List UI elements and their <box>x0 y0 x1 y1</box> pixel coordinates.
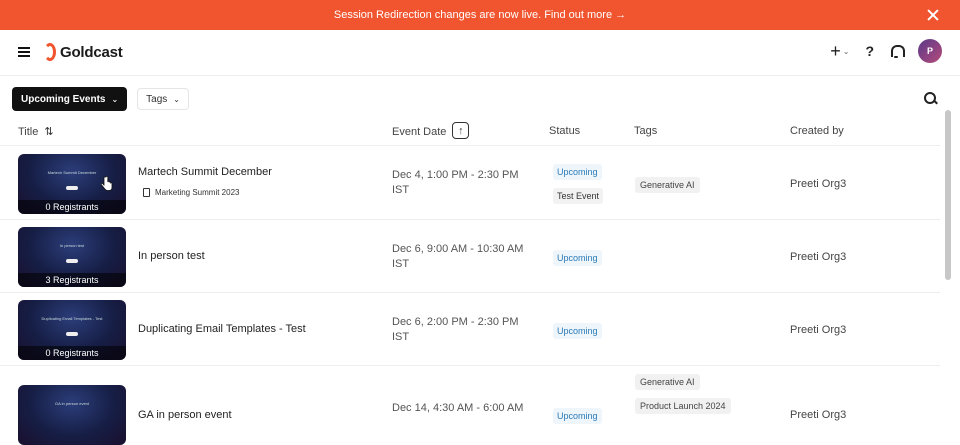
close-icon[interactable] <box>926 8 940 22</box>
created-by: Preeti Org3 <box>790 178 847 190</box>
event-title[interactable]: In person test <box>138 250 205 262</box>
banner-text[interactable]: Session Redirection changes are now live… <box>334 9 626 21</box>
column-tags: Tags <box>634 125 657 137</box>
thumbnail-text: Duplicating Email Templates - Test <box>41 316 103 321</box>
date-range: Dec 4, 1:00 PM - 2:30 PM <box>392 169 519 181</box>
timezone: IST <box>392 258 410 270</box>
goldcast-logo-icon <box>44 43 56 61</box>
created-by: Preeti Org3 <box>790 324 847 336</box>
avatar[interactable]: P <box>918 39 942 63</box>
create-button[interactable]: + ⌄ <box>830 41 849 62</box>
date-range: Dec 6, 2:00 PM - 2:30 PM <box>392 316 519 328</box>
event-thumbnail[interactable]: GA in person event <box>18 385 126 445</box>
tag-badge: Generative AI <box>635 177 700 193</box>
scrollbar[interactable] <box>945 110 951 280</box>
thumbnail-button <box>66 259 78 263</box>
search-icon[interactable] <box>924 92 936 104</box>
timezone: IST <box>392 184 410 196</box>
app-name: Goldcast <box>60 43 123 61</box>
event-date: Dec 6, 9:00 AM - 10:30 AM IST <box>392 242 523 272</box>
table-header: Title ⇅ Event Date ↑ Status Tags Created… <box>0 118 940 146</box>
status-badge: Upcoming <box>553 323 602 339</box>
chevron-down-icon: ⌄ <box>842 46 850 56</box>
sort-icon[interactable]: ⇅ <box>44 125 53 138</box>
registrant-count: 3 Registrants <box>18 273 126 287</box>
hand-cursor-icon <box>101 176 113 191</box>
thumbnail-button <box>66 186 78 190</box>
column-title[interactable]: Title ⇅ <box>18 125 54 139</box>
table-row[interactable]: In person test 3 Registrants In person t… <box>0 220 940 293</box>
thumbnail-text: In person test <box>59 243 85 248</box>
thumbnail-button <box>66 332 78 336</box>
filter-label: Tags <box>146 93 168 105</box>
top-navbar: Goldcast + ⌄ ? P <box>0 30 960 76</box>
event-thumbnail[interactable]: Duplicating Email Templates - Test 0 Reg… <box>18 300 126 360</box>
column-event-date[interactable]: Event Date ↑ <box>392 122 470 139</box>
event-title[interactable]: GA in person event <box>138 409 232 421</box>
status-badge: Test Event <box>553 188 604 204</box>
created-by: Preeti Org3 <box>790 409 847 421</box>
column-created-by: Created by <box>790 125 844 137</box>
registrant-count: 0 Registrants <box>18 346 126 360</box>
column-status: Status <box>549 125 580 137</box>
document-icon <box>143 188 150 197</box>
column-label: Status <box>549 125 581 137</box>
tag-badge: Product Launch 2024 <box>635 398 731 414</box>
status-badge: Upcoming <box>553 164 602 180</box>
chevron-down-icon: ⌄ <box>173 94 180 104</box>
registrant-count: 0 Registrants <box>18 200 126 214</box>
created-by: Preeti Org3 <box>790 251 847 263</box>
event-date: Dec 4, 1:00 PM - 2:30 PM IST <box>392 168 519 198</box>
date-range: Dec 6, 9:00 AM - 10:30 AM <box>392 243 524 255</box>
filter-label: Upcoming Events <box>21 93 106 105</box>
series-label: Marketing Summit 2023 <box>155 188 240 197</box>
column-label: Created by <box>790 125 844 137</box>
chevron-down-icon: ⌄ <box>111 94 119 104</box>
thumbnail-text: GA in person event <box>54 401 90 406</box>
event-title[interactable]: Duplicating Email Templates - Test <box>138 323 306 335</box>
upcoming-events-dropdown[interactable]: Upcoming Events ⌄ <box>12 87 128 111</box>
table-row[interactable]: GA in person event GA in person event De… <box>0 366 940 445</box>
status-badge: Upcoming <box>553 250 602 266</box>
tags-dropdown[interactable]: Tags ⌄ <box>137 88 189 110</box>
column-label: Event Date <box>392 126 447 138</box>
bell-icon[interactable] <box>890 44 905 58</box>
status-badge: Upcoming <box>553 408 602 424</box>
column-label: Tags <box>634 125 658 137</box>
series-tag: Marketing Summit 2023 <box>143 188 239 197</box>
event-date: Dec 14, 4:30 AM - 6:00 AM <box>392 401 523 416</box>
event-thumbnail[interactable]: In person test 3 Registrants <box>18 227 126 287</box>
table-row[interactable]: Duplicating Email Templates - Test 0 Reg… <box>0 293 940 366</box>
timezone: IST <box>392 331 410 343</box>
event-title[interactable]: Martech Summit December <box>138 166 272 178</box>
announcement-banner[interactable]: Session Redirection changes are now live… <box>0 0 960 30</box>
table-row[interactable]: Martech Summit December 0 Registrants Ma… <box>0 147 940 220</box>
plus-icon: + <box>830 40 841 61</box>
event-date: Dec 6, 2:00 PM - 2:30 PM IST <box>392 315 519 345</box>
logo[interactable]: Goldcast <box>44 43 123 61</box>
thumbnail-text: Martech Summit December <box>47 170 97 175</box>
column-label: Title <box>18 125 39 138</box>
date-range: Dec 14, 4:30 AM - 6:00 AM <box>392 402 524 414</box>
tag-badge: Generative AI <box>635 374 700 390</box>
sort-ascending-icon[interactable]: ↑ <box>452 122 470 139</box>
help-icon[interactable]: ? <box>865 43 874 59</box>
menu-icon[interactable] <box>18 47 30 57</box>
